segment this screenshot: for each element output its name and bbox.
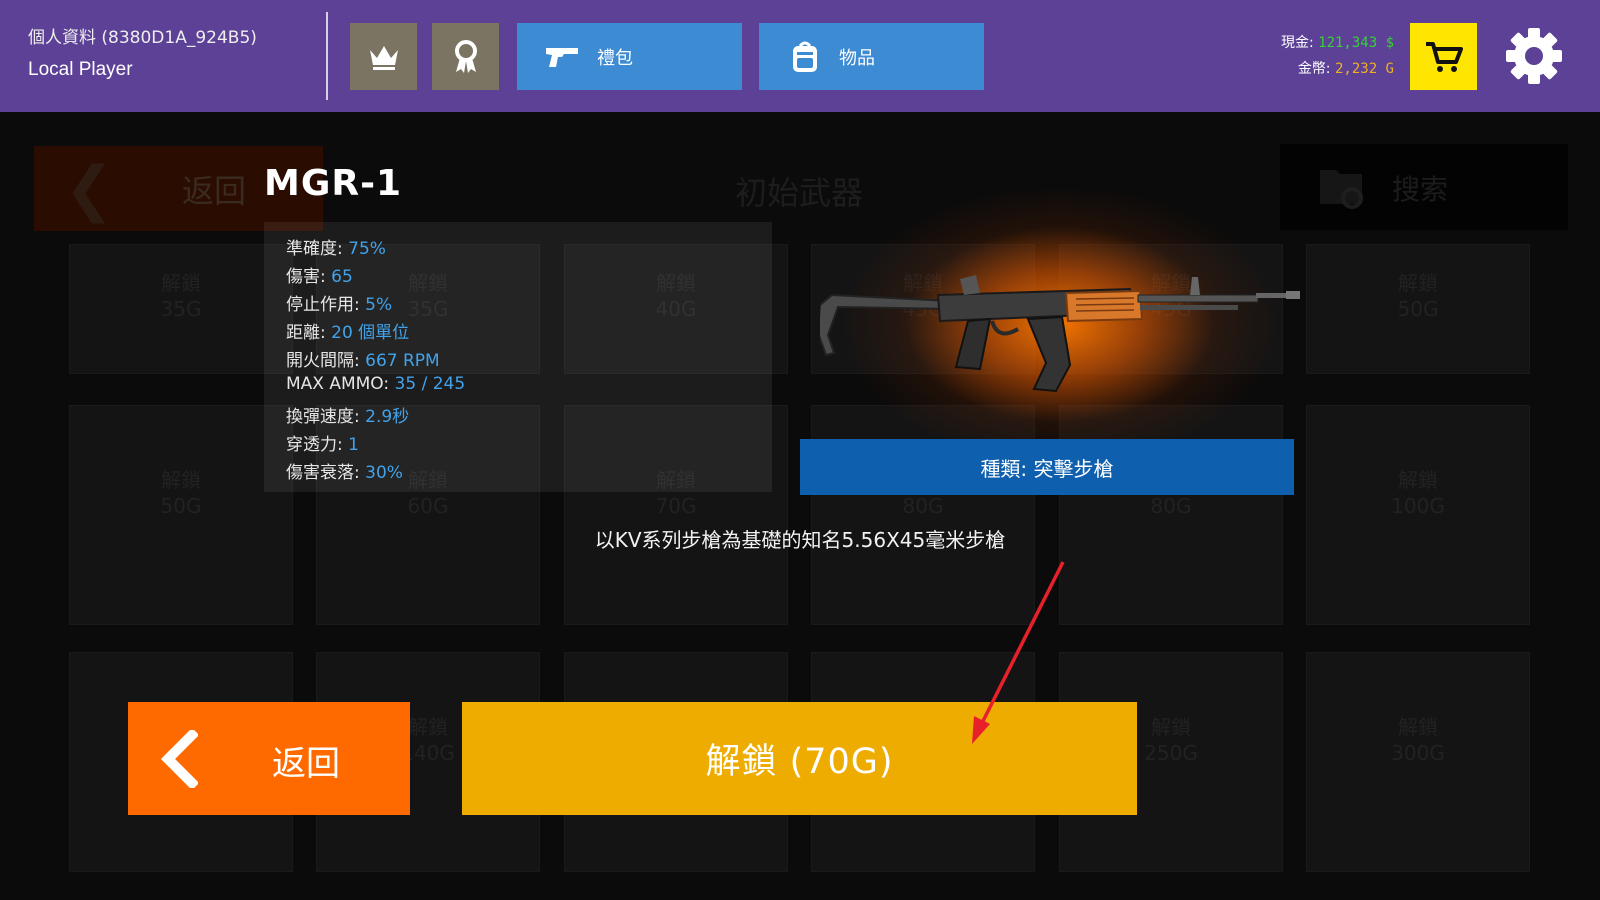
bg-tile-lock-label: 解鎖 bbox=[1397, 468, 1438, 493]
gold-row: 金幣: 2,232 G bbox=[1281, 56, 1394, 82]
pistol-icon bbox=[543, 37, 583, 77]
stat-label: 準確度: bbox=[286, 239, 343, 259]
chevron-left-icon bbox=[160, 730, 198, 788]
bg-tile-price: 50G bbox=[160, 494, 202, 519]
stat-max-ammo: MAX AMMO: 35 / 245 bbox=[286, 374, 465, 394]
bg-tile-lock-label: 解鎖 bbox=[1397, 271, 1438, 296]
stat-label: 穿透力: bbox=[286, 435, 343, 455]
bg-search-button: 搜索 bbox=[1280, 144, 1568, 230]
weapon-type-bar: 種類: 突擊步槍 bbox=[800, 439, 1294, 495]
bg-tile-lock-label: 解鎖 bbox=[160, 468, 201, 493]
bg-tile-lock-text: 解鎖 35G bbox=[161, 270, 202, 322]
stat-value: 667 RPM bbox=[365, 351, 440, 371]
stat-label: 距離: bbox=[286, 323, 326, 343]
bg-tile-price: 50G bbox=[1397, 297, 1439, 322]
bg-locked-weapon-tile: 解鎖 100G bbox=[1306, 405, 1530, 625]
tab-items[interactable]: 物品 bbox=[759, 23, 984, 90]
achievements-button[interactable] bbox=[432, 23, 499, 90]
tab-gift-pack[interactable]: 禮包 bbox=[517, 23, 742, 90]
profile-panel[interactable]: 個人資料 (8380D1A_924B5) Local Player bbox=[28, 26, 328, 84]
bg-tile-price: 300G bbox=[1391, 741, 1445, 766]
backpack-icon bbox=[785, 37, 825, 77]
stat-accuracy: 準確度: 75% bbox=[286, 234, 386, 259]
bg-tile-lock-text: 解鎖 300G bbox=[1391, 714, 1445, 766]
stat-label: 開火間隔: bbox=[286, 351, 360, 371]
bg-tile-price: 100G bbox=[1391, 494, 1445, 519]
profile-id: 個人資料 (8380D1A_924B5) bbox=[28, 28, 257, 48]
stat-range: 距離: 20 個單位 bbox=[286, 318, 409, 343]
stat-reload-speed: 換彈速度: 2.9秒 bbox=[286, 402, 409, 427]
bg-tile-lock-text: 解鎖 100G bbox=[1391, 467, 1445, 519]
bg-locked-weapon-tile: 解鎖 35G bbox=[69, 244, 293, 374]
player-name: Local Player bbox=[28, 59, 133, 80]
stat-penetration: 穿透力: 1 bbox=[286, 430, 359, 455]
stat-value: 30% bbox=[365, 463, 403, 483]
leaderboard-button[interactable] bbox=[350, 23, 417, 90]
bg-locked-weapon-tile: 解鎖 50G bbox=[69, 405, 293, 625]
top-bar: 個人資料 (8380D1A_924B5) Local Player 禮包 物品 … bbox=[0, 0, 1600, 112]
bg-back-label: 返回 bbox=[182, 172, 247, 210]
tab-items-label: 物品 bbox=[839, 47, 875, 69]
gear-icon bbox=[1506, 28, 1562, 84]
gold-label: 金幣: bbox=[1297, 61, 1331, 77]
bg-tile-price: 250G bbox=[1144, 741, 1198, 766]
stat-label: MAX AMMO: bbox=[286, 374, 390, 394]
settings-button[interactable] bbox=[1500, 22, 1568, 90]
back-button-label: 返回 bbox=[272, 744, 340, 784]
bg-tile-lock-label: 解鎖 bbox=[1397, 715, 1438, 740]
cash-value: 121,343 $ bbox=[1318, 35, 1394, 51]
award-ribbon-icon bbox=[454, 39, 477, 73]
gold-value: 2,232 G bbox=[1334, 61, 1394, 77]
back-button[interactable]: 返回 bbox=[128, 702, 410, 815]
assault-rifle-image bbox=[820, 275, 1300, 393]
divider bbox=[326, 12, 328, 100]
bg-tile-lock-text: 解鎖 250G bbox=[1144, 714, 1198, 766]
bg-tile-price: 70G bbox=[655, 494, 697, 519]
stat-label: 換彈速度: bbox=[286, 407, 360, 427]
stat-label: 傷害衰落: bbox=[286, 463, 360, 483]
currency-panel: 現金: 121,343 $ 金幣: 2,232 G bbox=[1281, 30, 1394, 82]
bg-tile-lock-text: 解鎖 50G bbox=[161, 467, 202, 519]
stat-value: 5% bbox=[365, 295, 393, 315]
bg-search-icon bbox=[1320, 170, 1363, 209]
crown-icon bbox=[369, 45, 398, 70]
unlock-button[interactable]: 解鎖 (70G) bbox=[462, 702, 1137, 815]
stat-value: 1 bbox=[348, 435, 359, 455]
stat-value: 20 個單位 bbox=[331, 323, 410, 343]
bg-locked-weapon-tile: 解鎖 300G bbox=[1306, 652, 1530, 872]
bg-tile-lock-label: 解鎖 bbox=[1150, 715, 1191, 740]
bg-tile-price: 80G bbox=[1150, 494, 1192, 519]
stat-damage: 傷害: 65 bbox=[286, 262, 353, 287]
bg-locked-weapon-tile: 解鎖 50G bbox=[1306, 244, 1530, 374]
bg-search-label: 搜索 bbox=[1392, 173, 1449, 206]
cash-row: 現金: 121,343 $ bbox=[1281, 30, 1394, 56]
bg-tile-price: 60G bbox=[407, 494, 449, 519]
weapon-description: 以KV系列步槍為基礎的知名5.56X45毫米步槍 bbox=[594, 528, 1006, 552]
tab-gift-pack-label: 禮包 bbox=[597, 47, 633, 69]
stat-label: 停止作用: bbox=[286, 295, 360, 315]
stat-stopping-power: 停止作用: 5% bbox=[286, 290, 392, 315]
bg-tile-lock-label: 解鎖 bbox=[160, 271, 201, 296]
shop-cart-button[interactable] bbox=[1410, 23, 1477, 90]
stat-value: 2.9秒 bbox=[365, 407, 410, 427]
cart-icon bbox=[1425, 41, 1463, 72]
stat-label: 傷害: bbox=[286, 267, 326, 287]
stat-damage-falloff: 傷害衰落: 30% bbox=[286, 458, 403, 483]
bg-chevron-left-icon: ❮ bbox=[64, 154, 115, 224]
stat-fire-rate: 開火間隔: 667 RPM bbox=[286, 346, 440, 371]
stat-value: 35 / 245 bbox=[394, 374, 466, 394]
weapon-name: MGR-1 bbox=[264, 163, 403, 204]
weapon-stats-panel: 準確度: 75% 傷害: 65 停止作用: 5% 距離: 20 個單位 開火間隔… bbox=[264, 222, 772, 492]
stat-value: 75% bbox=[348, 239, 386, 259]
cash-label: 現金: bbox=[1280, 35, 1314, 51]
stat-value: 65 bbox=[331, 267, 353, 287]
bg-tile-price: 80G bbox=[902, 494, 944, 519]
bg-tile-price: 35G bbox=[160, 297, 202, 322]
bg-tile-lock-text: 解鎖 50G bbox=[1398, 270, 1439, 322]
